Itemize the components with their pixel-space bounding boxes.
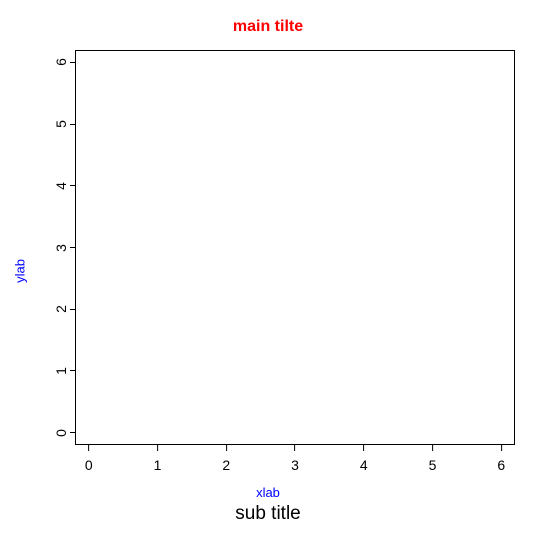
x-axis-ticks: 0 1 2 3 4 5 6 [75, 445, 515, 475]
y-tick-label: 1 [53, 367, 69, 375]
x-tick-label: 2 [222, 457, 230, 473]
y-tick-label: 0 [53, 429, 69, 437]
y-axis-label: ylab [12, 259, 27, 283]
x-tick-label: 1 [154, 457, 162, 473]
x-tick-label: 3 [291, 457, 299, 473]
x-tick-label: 5 [429, 457, 437, 473]
plot-area [75, 50, 515, 445]
y-tick-label: 5 [53, 120, 69, 128]
x-tick-mark [363, 445, 364, 451]
x-axis-label: xlab [0, 485, 536, 500]
chart-title: main tilte [0, 18, 536, 36]
y-tick-label: 3 [53, 244, 69, 252]
x-tick-mark [157, 445, 158, 451]
x-tick-mark [432, 445, 433, 451]
y-tick-label: 4 [53, 182, 69, 190]
y-tick-label: 6 [53, 58, 69, 66]
x-tick-label: 6 [497, 457, 505, 473]
x-tick-mark [226, 445, 227, 451]
y-axis-ticks: 0 1 2 3 4 5 6 [45, 50, 75, 445]
x-tick-mark [88, 445, 89, 451]
chart-subtitle: sub title [0, 503, 536, 525]
x-tick-mark [501, 445, 502, 451]
x-tick-label: 4 [360, 457, 368, 473]
x-tick-label: 0 [85, 457, 93, 473]
y-tick-label: 2 [53, 305, 69, 313]
x-tick-mark [294, 445, 295, 451]
